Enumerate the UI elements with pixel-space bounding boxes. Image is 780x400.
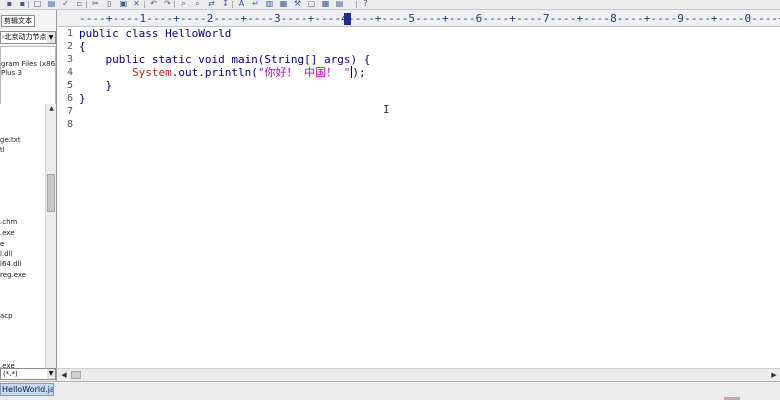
- find-in-files-icon[interactable]: ⌕: [192, 0, 203, 8]
- toolbar-separator: [356, 1, 357, 8]
- line-number: 2: [66, 41, 73, 52]
- toolbar-separator: [232, 1, 233, 8]
- file-list-scrollbar[interactable]: ▲ ▼: [45, 104, 56, 378]
- window-icon[interactable]: ▢: [306, 0, 317, 8]
- line-number: 1: [66, 28, 73, 39]
- explorer-panel: 剪辑文本 -北京动力节点 ▼ gram Files (x86) Plus 3 g…: [0, 10, 57, 382]
- chevron-down-icon: ▼: [47, 369, 55, 379]
- toolbar-separator: [174, 1, 175, 8]
- toolbar-separator: [144, 1, 145, 8]
- code-type-token: System: [131, 66, 172, 79]
- code-line[interactable]: System.out.println("你好！ 中国！ ");: [79, 66, 366, 79]
- file-list-item[interactable]: .chm: [0, 218, 17, 227]
- cut-icon[interactable]: ✂: [90, 0, 101, 8]
- paste-icon[interactable]: ▣: [118, 0, 129, 8]
- tile-icon[interactable]: ▦: [320, 0, 331, 8]
- replace-icon[interactable]: ⇄: [206, 0, 217, 8]
- code-line[interactable]: public class HelloWorld: [79, 27, 231, 40]
- code-end-token: );: [352, 66, 366, 79]
- code-line[interactable]: {: [79, 40, 86, 53]
- file-list-item[interactable]: reg.exe: [0, 271, 26, 280]
- hex-icon[interactable]: ▦: [278, 0, 289, 8]
- line-number: 6: [66, 93, 73, 104]
- file-list-item[interactable]: tl: [0, 146, 5, 155]
- goto-icon[interactable]: ↧: [220, 0, 231, 8]
- font-icon[interactable]: A: [236, 0, 247, 8]
- file-list-item[interactable]: acp: [0, 312, 13, 321]
- code-line[interactable]: }: [79, 79, 112, 92]
- directory-item[interactable]: gram Files (x86): [1, 60, 55, 69]
- scrollbar-thumb[interactable]: [71, 371, 81, 379]
- column-ruler: ----+----1----+----2----+----3----+----4…: [58, 10, 780, 27]
- ruler-scale: ----+----1----+----2----+----3----+----4…: [79, 12, 780, 25]
- cascade-icon[interactable]: ▤: [334, 0, 345, 8]
- spellcheck-icon[interactable]: ✓: [60, 0, 71, 8]
- clip-library-value: -北京动力节点: [2, 33, 47, 41]
- chevron-down-icon: ▼: [47, 32, 55, 43]
- delete-icon[interactable]: ✕: [131, 0, 142, 8]
- redo-icon[interactable]: ↷: [162, 0, 173, 8]
- file-list-item[interactable]: .exe: [0, 229, 15, 238]
- scroll-right-icon[interactable]: ▶: [769, 370, 779, 380]
- file-list-item[interactable]: l64.dll: [0, 260, 21, 269]
- undo-icon[interactable]: ↶: [148, 0, 159, 8]
- column-mode-icon[interactable]: ▥: [264, 0, 275, 8]
- directory-tree[interactable]: gram Files (x86) Plus 3: [0, 46, 56, 112]
- new-file-icon[interactable]: □: [32, 0, 43, 8]
- code-string-token: "你好！ 中国！ ": [257, 66, 351, 79]
- line-number: 5: [66, 80, 73, 91]
- tab-helloworld-java[interactable]: HelloWorld.java: [0, 383, 54, 396]
- ibeam-cursor-icon: I: [383, 103, 390, 116]
- file-list[interactable]: ge.txt tl .chm .exe e l.dll l64.dll reg.…: [0, 104, 45, 378]
- toolbar-separator: [86, 1, 87, 8]
- scrollbar-thumb[interactable]: [47, 174, 55, 212]
- file-list-item[interactable]: e: [0, 240, 4, 249]
- help-icon[interactable]: ?: [360, 0, 371, 8]
- toolbar-separator: [28, 1, 29, 8]
- code-call-token: .out.println(: [171, 66, 258, 79]
- line-number: 3: [66, 54, 73, 65]
- editor-horizontal-scrollbar[interactable]: ◀ ▶: [58, 368, 780, 381]
- code-line[interactable]: }: [79, 92, 86, 105]
- scroll-up-icon[interactable]: ▲: [47, 104, 56, 113]
- line-number: 7: [66, 106, 73, 117]
- line-number-gutter: 1 2 3 4 5 6 7 8: [58, 27, 76, 368]
- clip-library-select[interactable]: -北京动力节点 ▼: [0, 31, 56, 44]
- directory-item[interactable]: Plus 3: [1, 69, 22, 78]
- save-icon[interactable]: ▪: [4, 0, 15, 8]
- toolbar: ▪ ▪ □ ▤ ✓ ▫ ✂ ▯ ▣ ✕ ↶ ↷ ⌕ ⌕ ⇄ ↧ A ↵ ▥ ▦ ⚒ ▢ ▦ ▤?: [0, 0, 780, 10]
- clipboard-tab[interactable]: 剪辑文本: [1, 15, 35, 27]
- file-list-item[interactable]: ge.txt: [0, 136, 21, 145]
- file-filter-select[interactable]: (*.*) ▼: [0, 368, 56, 380]
- document-tab-bar: HelloWorld.java: [0, 381, 780, 400]
- file-filter-value: (*.*): [3, 370, 18, 378]
- code-editor[interactable]: 1 2 3 4 5 6 7 8 public class HelloWorld …: [58, 27, 780, 368]
- line-number: 4: [66, 67, 73, 78]
- code-line[interactable]: public static void main(String[] args) {: [79, 53, 370, 66]
- ruler-cursor-marker: [344, 13, 351, 25]
- scroll-left-icon[interactable]: ◀: [59, 370, 69, 380]
- line-number: 8: [66, 119, 73, 130]
- file-list-item[interactable]: l.dll: [0, 250, 13, 259]
- save-all-icon[interactable]: ▪: [17, 0, 28, 8]
- tools-icon[interactable]: ⚒: [292, 0, 303, 8]
- find-icon[interactable]: ⌕: [178, 0, 189, 8]
- copy-icon[interactable]: ▯: [104, 0, 115, 8]
- word-wrap-icon[interactable]: ↵: [250, 0, 261, 8]
- print-preview-icon[interactable]: ▫: [74, 0, 85, 8]
- print-icon[interactable]: ▤: [46, 0, 57, 8]
